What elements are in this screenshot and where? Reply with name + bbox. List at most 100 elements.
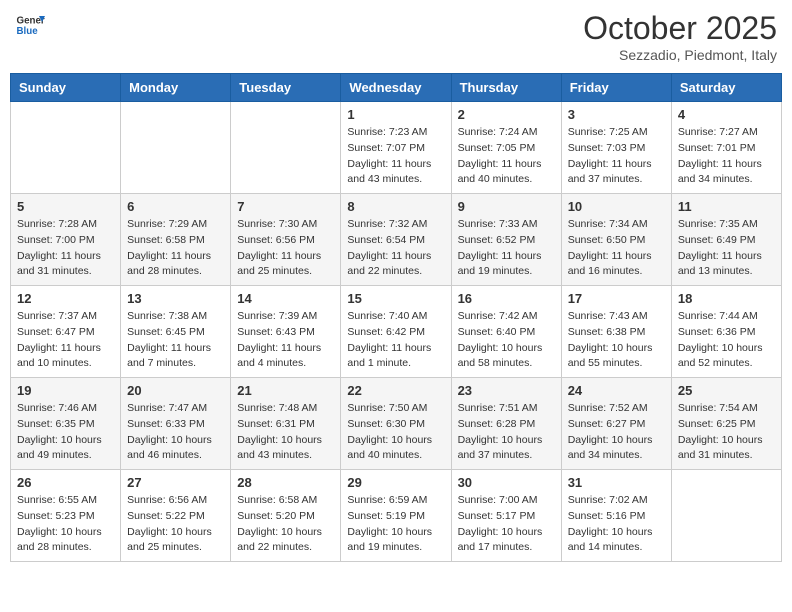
day-number: 21 bbox=[237, 383, 334, 398]
day-info: Sunrise: 7:28 AM Sunset: 7:00 PM Dayligh… bbox=[17, 217, 114, 280]
day-number: 27 bbox=[127, 475, 224, 490]
calendar-cell: 2Sunrise: 7:24 AM Sunset: 7:05 PM Daylig… bbox=[451, 102, 561, 194]
day-info: Sunrise: 7:25 AM Sunset: 7:03 PM Dayligh… bbox=[568, 125, 665, 188]
day-number: 16 bbox=[458, 291, 555, 306]
calendar-cell: 25 Sunrise: 7:54 AM Sunset: 6:25 PM Dayli… bbox=[671, 378, 781, 470]
day-number: 15 bbox=[347, 291, 444, 306]
day-info: Sunrise: 7:29 AM Sunset: 6:58 PM Dayligh… bbox=[127, 217, 224, 280]
calendar-cell: 26Sunrise: 6:55 AM Sunset: 5:23 PM Dayli… bbox=[11, 470, 121, 562]
day-number: 1 bbox=[347, 107, 444, 122]
day-number: 20 bbox=[127, 383, 224, 398]
col-header-monday: Monday bbox=[121, 74, 231, 102]
calendar-cell: 16 Sunrise: 7:42 AM Sunset: 6:40 PM Dayli… bbox=[451, 286, 561, 378]
calendar-cell: 21 Sunrise: 7:48 AM Sunset: 6:31 PM Dayli… bbox=[231, 378, 341, 470]
month-title: October 2025 bbox=[583, 10, 777, 47]
svg-text:Blue: Blue bbox=[17, 26, 39, 37]
calendar-cell: 19Sunrise: 7:46 AM Sunset: 6:35 PM Dayli… bbox=[11, 378, 121, 470]
calendar-week-row: 26Sunrise: 6:55 AM Sunset: 5:23 PM Dayli… bbox=[11, 470, 782, 562]
calendar-cell: 17Sunrise: 7:43 AM Sunset: 6:38 PM Dayli… bbox=[561, 286, 671, 378]
day-number: 25 bbox=[678, 383, 775, 398]
calendar-cell: 30Sunrise: 7:00 AM Sunset: 5:17 PM Dayli… bbox=[451, 470, 561, 562]
col-header-sunday: Sunday bbox=[11, 74, 121, 102]
calendar-cell: 6 Sunrise: 7:29 AM Sunset: 6:58 PM Daylig… bbox=[121, 194, 231, 286]
col-header-wednesday: Wednesday bbox=[341, 74, 451, 102]
day-number: 28 bbox=[237, 475, 334, 490]
day-info: Sunrise: 7:48 AM Sunset: 6:31 PM Dayligh… bbox=[237, 401, 334, 464]
calendar-cell: 24 Sunrise: 7:52 AM Sunset: 6:27 PM Dayli… bbox=[561, 378, 671, 470]
day-info: Sunrise: 7:50 AM Sunset: 6:30 PM Dayligh… bbox=[347, 401, 444, 464]
calendar-cell: 18 Sunrise: 7:44 AM Sunset: 6:36 PM Dayli… bbox=[671, 286, 781, 378]
calendar-cell bbox=[11, 102, 121, 194]
day-info: Sunrise: 6:59 AM Sunset: 5:19 PM Dayligh… bbox=[347, 493, 444, 556]
calendar-cell: 28 Sunrise: 6:58 AM Sunset: 5:20 PM Dayli… bbox=[231, 470, 341, 562]
day-info: Sunrise: 7:30 AM Sunset: 6:56 PM Dayligh… bbox=[237, 217, 334, 280]
day-info: Sunrise: 7:02 AM Sunset: 5:16 PM Dayligh… bbox=[568, 493, 665, 556]
day-number: 10 bbox=[568, 199, 665, 214]
calendar-cell: 31 Sunrise: 7:02 AM Sunset: 5:16 PM Dayli… bbox=[561, 470, 671, 562]
day-info: Sunrise: 7:47 AM Sunset: 6:33 PM Dayligh… bbox=[127, 401, 224, 464]
calendar-cell: 1 Sunrise: 7:23 AM Sunset: 7:07 PM Daylig… bbox=[341, 102, 451, 194]
calendar-cell: 4 Sunrise: 7:27 AM Sunset: 7:01 PM Daylig… bbox=[671, 102, 781, 194]
day-info: Sunrise: 7:44 AM Sunset: 6:36 PM Dayligh… bbox=[678, 309, 775, 372]
logo: General Blue bbox=[15, 10, 47, 40]
day-number: 8 bbox=[347, 199, 444, 214]
day-number: 18 bbox=[678, 291, 775, 306]
calendar-cell: 11Sunrise: 7:35 AM Sunset: 6:49 PM Dayli… bbox=[671, 194, 781, 286]
day-info: Sunrise: 7:37 AM Sunset: 6:47 PM Dayligh… bbox=[17, 309, 114, 372]
calendar-cell: 15 Sunrise: 7:40 AM Sunset: 6:42 PM Dayli… bbox=[341, 286, 451, 378]
day-info: Sunrise: 7:52 AM Sunset: 6:27 PM Dayligh… bbox=[568, 401, 665, 464]
day-info: Sunrise: 7:27 AM Sunset: 7:01 PM Dayligh… bbox=[678, 125, 775, 188]
calendar-cell: 5 Sunrise: 7:28 AM Sunset: 7:00 PM Daylig… bbox=[11, 194, 121, 286]
calendar-cell: 10 Sunrise: 7:34 AM Sunset: 6:50 PM Dayli… bbox=[561, 194, 671, 286]
day-number: 5 bbox=[17, 199, 114, 214]
title-block: October 2025 Sezzadio, Piedmont, Italy bbox=[583, 10, 777, 63]
calendar-cell: 8 Sunrise: 7:32 AM Sunset: 6:54 PM Daylig… bbox=[341, 194, 451, 286]
calendar-cell: 13 Sunrise: 7:38 AM Sunset: 6:45 PM Dayli… bbox=[121, 286, 231, 378]
day-number: 9 bbox=[458, 199, 555, 214]
calendar-week-row: 5 Sunrise: 7:28 AM Sunset: 7:00 PM Daylig… bbox=[11, 194, 782, 286]
location: Sezzadio, Piedmont, Italy bbox=[583, 47, 777, 63]
col-header-thursday: Thursday bbox=[451, 74, 561, 102]
calendar-week-row: 1 Sunrise: 7:23 AM Sunset: 7:07 PM Daylig… bbox=[11, 102, 782, 194]
col-header-tuesday: Tuesday bbox=[231, 74, 341, 102]
day-number: 26 bbox=[17, 475, 114, 490]
day-number: 13 bbox=[127, 291, 224, 306]
day-info: Sunrise: 7:51 AM Sunset: 6:28 PM Dayligh… bbox=[458, 401, 555, 464]
day-number: 7 bbox=[237, 199, 334, 214]
day-info: Sunrise: 7:42 AM Sunset: 6:40 PM Dayligh… bbox=[458, 309, 555, 372]
day-info: Sunrise: 7:39 AM Sunset: 6:43 PM Dayligh… bbox=[237, 309, 334, 372]
day-number: 24 bbox=[568, 383, 665, 398]
day-number: 23 bbox=[458, 383, 555, 398]
day-number: 2 bbox=[458, 107, 555, 122]
day-number: 4 bbox=[678, 107, 775, 122]
col-header-saturday: Saturday bbox=[671, 74, 781, 102]
day-info: Sunrise: 7:23 AM Sunset: 7:07 PM Dayligh… bbox=[347, 125, 444, 188]
day-info: Sunrise: 7:54 AM Sunset: 6:25 PM Dayligh… bbox=[678, 401, 775, 464]
calendar-cell: 9Sunrise: 7:33 AM Sunset: 6:52 PM Daylig… bbox=[451, 194, 561, 286]
day-number: 17 bbox=[568, 291, 665, 306]
calendar-cell bbox=[121, 102, 231, 194]
day-info: Sunrise: 6:58 AM Sunset: 5:20 PM Dayligh… bbox=[237, 493, 334, 556]
calendar-cell: 27 Sunrise: 6:56 AM Sunset: 5:22 PM Dayli… bbox=[121, 470, 231, 562]
calendar-table: SundayMondayTuesdayWednesdayThursdayFrid… bbox=[10, 73, 782, 562]
day-number: 3 bbox=[568, 107, 665, 122]
day-info: Sunrise: 7:00 AM Sunset: 5:17 PM Dayligh… bbox=[458, 493, 555, 556]
calendar-cell: 7 Sunrise: 7:30 AM Sunset: 6:56 PM Daylig… bbox=[231, 194, 341, 286]
day-info: Sunrise: 7:38 AM Sunset: 6:45 PM Dayligh… bbox=[127, 309, 224, 372]
day-info: Sunrise: 6:56 AM Sunset: 5:22 PM Dayligh… bbox=[127, 493, 224, 556]
day-info: Sunrise: 7:32 AM Sunset: 6:54 PM Dayligh… bbox=[347, 217, 444, 280]
calendar-cell: 29Sunrise: 6:59 AM Sunset: 5:19 PM Dayli… bbox=[341, 470, 451, 562]
day-info: Sunrise: 7:35 AM Sunset: 6:49 PM Dayligh… bbox=[678, 217, 775, 280]
page-header: General Blue October 2025 Sezzadio, Pied… bbox=[10, 10, 782, 63]
calendar-week-row: 19Sunrise: 7:46 AM Sunset: 6:35 PM Dayli… bbox=[11, 378, 782, 470]
col-header-friday: Friday bbox=[561, 74, 671, 102]
calendar-cell: 20 Sunrise: 7:47 AM Sunset: 6:33 PM Dayli… bbox=[121, 378, 231, 470]
day-number: 6 bbox=[127, 199, 224, 214]
calendar-cell: 22Sunrise: 7:50 AM Sunset: 6:30 PM Dayli… bbox=[341, 378, 451, 470]
calendar-week-row: 12Sunrise: 7:37 AM Sunset: 6:47 PM Dayli… bbox=[11, 286, 782, 378]
day-info: Sunrise: 7:34 AM Sunset: 6:50 PM Dayligh… bbox=[568, 217, 665, 280]
calendar-cell: 12Sunrise: 7:37 AM Sunset: 6:47 PM Dayli… bbox=[11, 286, 121, 378]
day-number: 19 bbox=[17, 383, 114, 398]
day-number: 31 bbox=[568, 475, 665, 490]
day-info: Sunrise: 7:40 AM Sunset: 6:42 PM Dayligh… bbox=[347, 309, 444, 372]
